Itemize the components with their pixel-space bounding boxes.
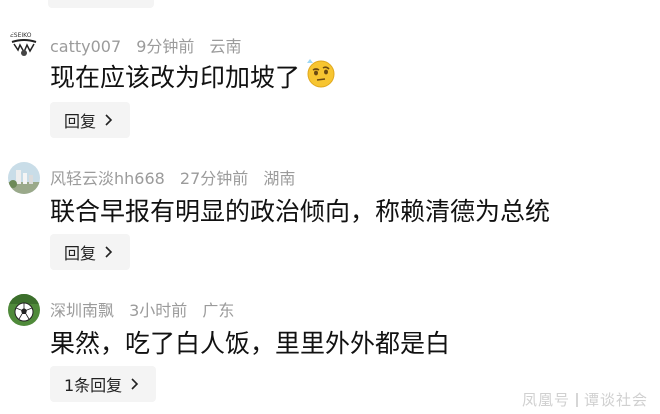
- reply-button[interactable]: 回复: [50, 234, 130, 270]
- comment-location: 湖南: [263, 169, 296, 188]
- chevron-right-icon: [131, 378, 139, 390]
- previous-reply-button[interactable]: [48, 0, 154, 8]
- avatar-landscape-icon: [8, 162, 40, 194]
- comment-meta: catty007 9分钟前 云南: [50, 33, 252, 57]
- username[interactable]: 风轻云淡hh668: [50, 169, 165, 188]
- avatar[interactable]: [8, 294, 40, 326]
- reply-button-label: 回复: [64, 244, 97, 263]
- avatar-sketch-icon: ESEIKO: [8, 28, 40, 60]
- comment-time: 27分钟前: [179, 169, 249, 188]
- thinking-face-emoji-icon: [304, 57, 336, 95]
- reply-button-label: 回复: [64, 112, 97, 131]
- chevron-right-icon: [105, 114, 113, 126]
- comment-text: 联合早报有明显的政治倾向，称赖清德为总统: [50, 197, 551, 226]
- comment-text: 果然，吃了白人饭，里里外外都是白: [50, 329, 451, 358]
- watermark-author: 谭谈社会: [583, 391, 648, 409]
- reply-button[interactable]: 回复: [50, 102, 130, 138]
- avatar[interactable]: [8, 162, 40, 194]
- comment-meta: 深圳南飘 3小时前 广东: [50, 297, 244, 321]
- svg-text:ESEIKO: ESEIKO: [10, 32, 32, 39]
- comment-text-content: 现在应该改为印加坡了: [50, 63, 301, 92]
- view-replies-button[interactable]: 1条回复: [50, 366, 156, 402]
- comment-time: 9分钟前: [136, 37, 195, 56]
- avatar[interactable]: ESEIKO: [8, 28, 40, 60]
- comment-meta: 风轻云淡hh668 27分钟前 湖南: [50, 165, 305, 189]
- reply-button-label: 1条回复: [64, 376, 123, 395]
- comment-location: 云南: [209, 37, 242, 56]
- watermark-divider: [575, 392, 578, 407]
- chevron-right-icon: [105, 246, 113, 258]
- watermark: 凤凰号 谭谈社会: [522, 389, 648, 410]
- username[interactable]: catty007: [50, 37, 121, 56]
- watermark-source: 凤凰号: [521, 391, 570, 409]
- comment-time: 3小时前: [129, 301, 188, 320]
- username[interactable]: 深圳南飘: [50, 301, 114, 320]
- comment-text: 现在应该改为印加坡了: [50, 58, 336, 98]
- comment-location: 广东: [202, 301, 235, 320]
- avatar-soccer-ball-icon: [8, 294, 40, 326]
